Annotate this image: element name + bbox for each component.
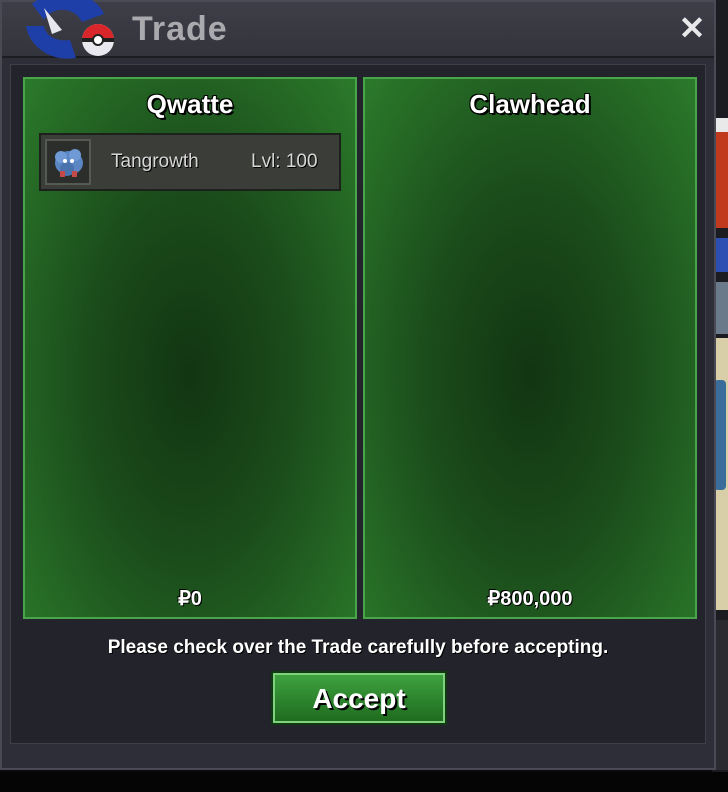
pokeball-logo-icon	[26, 0, 114, 59]
window-title: Trade	[132, 10, 228, 48]
bottom-bar	[0, 772, 728, 792]
right-money: ₽800,000	[487, 588, 573, 610]
right-player-name: Clawhead	[469, 89, 591, 119]
tangrowth-sprite-icon	[45, 139, 91, 185]
right-trade-panel: Clawhead ₽800,000	[363, 77, 697, 619]
trade-window: Trade ✕ Qwatte Tangrowth Lvl: 100 ₽0 Cla…	[0, 0, 716, 770]
trade-notice: Please check over the Trade carefully be…	[107, 637, 609, 658]
trade-item-slot[interactable]: Tangrowth Lvl: 100	[39, 133, 341, 191]
item-name: Tangrowth	[111, 151, 199, 172]
left-trade-panel: Qwatte Tangrowth Lvl: 100 ₽0	[23, 77, 357, 619]
trade-body: Qwatte Tangrowth Lvl: 100 ₽0 Clawhead ₽8…	[10, 64, 706, 744]
close-icon[interactable]: ✕	[676, 12, 708, 44]
left-player-name: Qwatte	[146, 89, 234, 119]
item-level: Lvl: 100	[251, 151, 318, 172]
left-money: ₽0	[178, 588, 202, 610]
window-titlebar[interactable]: Trade ✕	[2, 0, 714, 59]
accept-button[interactable]: Accept	[273, 673, 445, 723]
